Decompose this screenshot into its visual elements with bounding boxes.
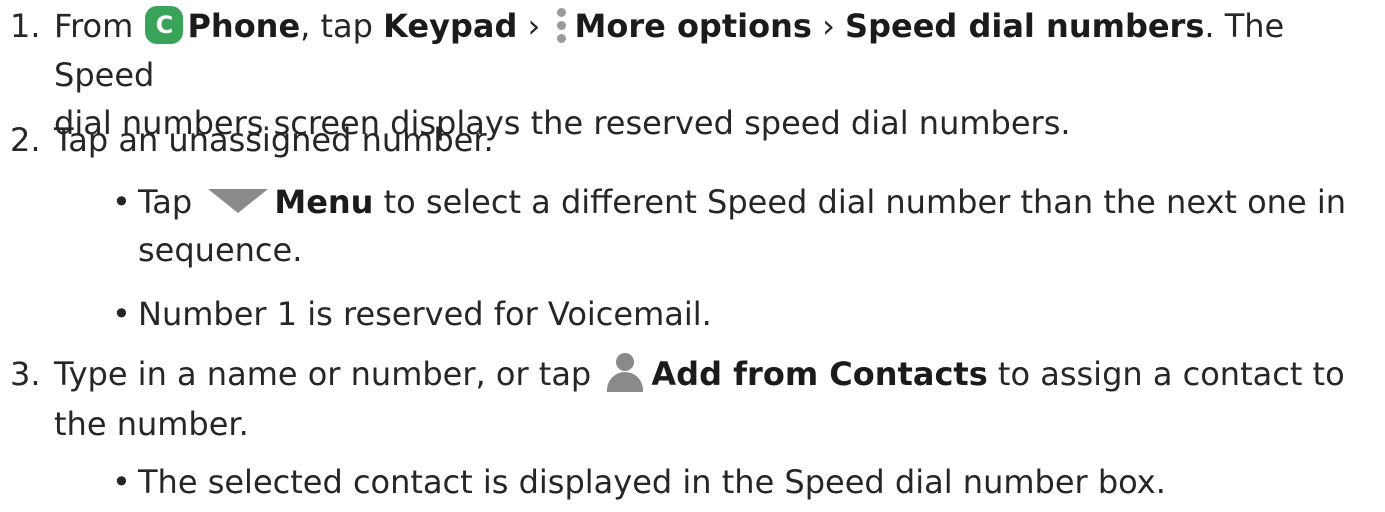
step-text: Tap an unassigned number. bbox=[54, 121, 494, 159]
step-number: 2. bbox=[10, 121, 41, 159]
more-options-icon bbox=[554, 5, 568, 45]
step-text-pre: Type in a name or number, or tap bbox=[54, 355, 592, 393]
from-text: From bbox=[54, 7, 134, 45]
bullet-text: Tap Menu to select a different Speed dia… bbox=[138, 178, 1378, 274]
bullet-glyph: • bbox=[112, 463, 131, 501]
add-from-contacts-label: Add from Contacts bbox=[651, 355, 988, 393]
phone-icon-glyph: C bbox=[155, 11, 174, 39]
bullet-glyph: • bbox=[112, 183, 131, 221]
dropdown-triangle-icon bbox=[208, 189, 269, 213]
more-options-label: More options bbox=[574, 7, 812, 45]
step-number: 3. bbox=[10, 355, 41, 393]
bullet-text: Number 1 is reserved for Voicemail. bbox=[138, 295, 712, 333]
bullet-rest-line2: sequence. bbox=[138, 231, 303, 269]
tap-text: Tap bbox=[138, 183, 193, 221]
tap-text: , tap bbox=[300, 7, 373, 45]
step-text-post: to assign a contact to bbox=[997, 355, 1345, 393]
person-icon bbox=[605, 352, 645, 392]
speed-dial-label: Speed dial numbers bbox=[845, 7, 1205, 45]
bullet-rest: to select a different Speed dial number … bbox=[383, 183, 1346, 221]
keypad-label: Keypad bbox=[383, 7, 518, 45]
phone-label: Phone bbox=[187, 7, 301, 45]
phone-app-icon: C bbox=[145, 6, 184, 44]
bullet-glyph: • bbox=[112, 295, 131, 333]
step-text-line2: the number. bbox=[54, 405, 249, 443]
step-number: 1. bbox=[10, 7, 41, 45]
chevron-separator: › bbox=[527, 7, 541, 45]
step-text: Type in a name or number, or tap Add fro… bbox=[54, 350, 1379, 448]
chevron-separator: › bbox=[822, 7, 835, 45]
menu-label: Menu bbox=[274, 183, 374, 221]
bullet-text: The selected contact is displayed in the… bbox=[138, 463, 1166, 501]
